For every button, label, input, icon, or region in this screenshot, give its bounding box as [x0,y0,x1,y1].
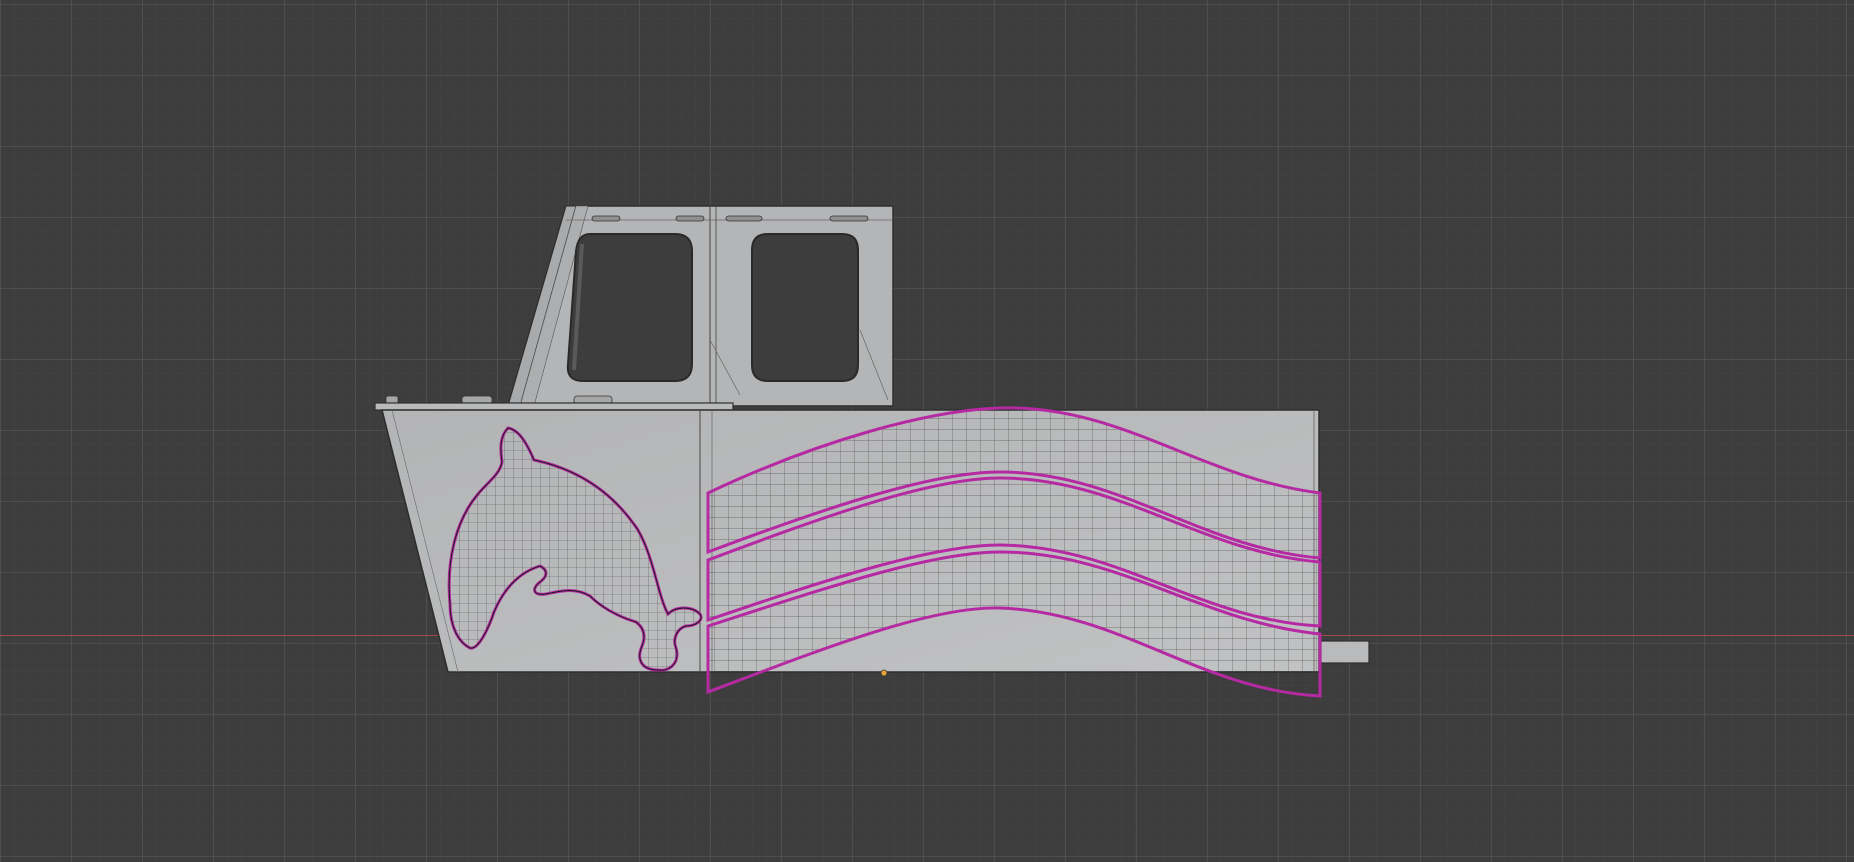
cabin-window-front [566,233,693,382]
propeller-shaft[interactable] [1320,640,1370,664]
cabin-window-side [751,233,859,382]
cabin-vent [675,215,705,222]
cabin-vent [725,215,763,222]
3d-viewport[interactable] [0,0,1854,862]
cabin[interactable] [385,205,894,407]
scene-canvas[interactable] [0,0,1854,862]
cabin-vent [591,215,621,222]
deck-rim [374,402,734,411]
cabin-vent [829,215,869,222]
origin-point[interactable] [880,669,888,677]
